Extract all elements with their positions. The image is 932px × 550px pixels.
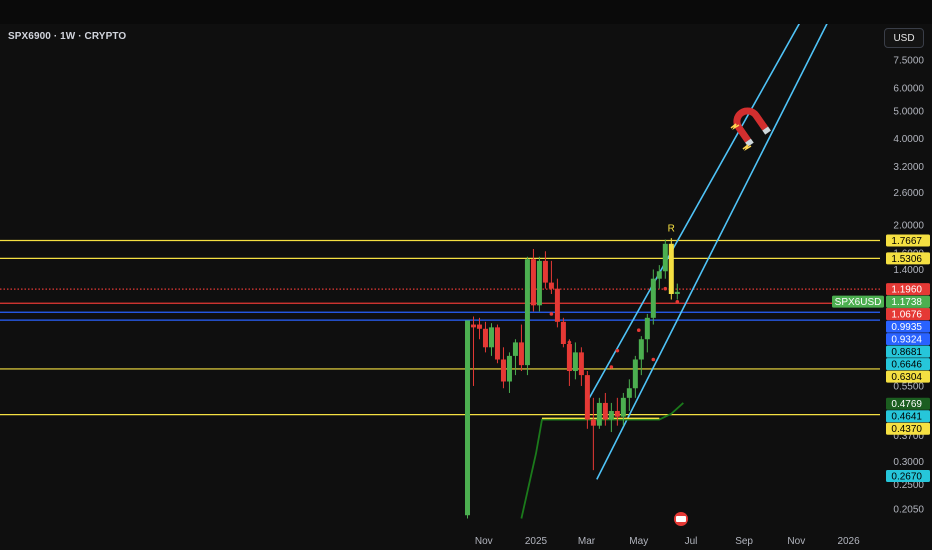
y-axis-tick-label: 4.0000 xyxy=(893,134,924,145)
x-axis-tick-label: 2025 xyxy=(525,536,548,547)
candle-body[interactable] xyxy=(494,327,500,360)
candle-body[interactable] xyxy=(650,278,656,318)
candle-body[interactable] xyxy=(644,317,650,340)
signal-dot xyxy=(675,300,680,304)
candle-body[interactable] xyxy=(614,410,620,417)
channel-upper-line[interactable] xyxy=(585,18,803,404)
price-tag-label: 1.1738 xyxy=(891,297,922,308)
candle-body[interactable] xyxy=(668,243,674,294)
y-axis-tick-label: 2.6000 xyxy=(893,188,924,199)
green-support-curve[interactable] xyxy=(520,402,684,519)
y-axis-tick-label: 0.2050 xyxy=(893,505,924,516)
candle-body[interactable] xyxy=(542,260,548,283)
candle-body[interactable] xyxy=(560,321,566,345)
candle-body[interactable] xyxy=(632,359,638,389)
price-tag-label: 0.8681 xyxy=(891,347,922,358)
x-axis-tick-label: Jul xyxy=(685,536,698,547)
y-axis-tick-label: 5.0000 xyxy=(893,106,924,117)
x-axis-tick-label: Nov xyxy=(475,536,493,547)
candle-body[interactable] xyxy=(530,259,536,306)
candle-body[interactable] xyxy=(596,402,602,426)
price-tag-label: 1.5306 xyxy=(891,254,922,265)
signal-dot xyxy=(567,340,572,345)
price-tag-label: 0.4769 xyxy=(891,399,922,410)
candle-body[interactable] xyxy=(554,288,560,322)
signal-dot xyxy=(651,357,656,362)
x-axis-tick-label: 2026 xyxy=(837,536,860,547)
candle-body[interactable] xyxy=(512,342,518,356)
candle-body[interactable] xyxy=(572,352,578,372)
y-axis-tick-label: 6.0000 xyxy=(893,84,924,95)
signal-dot xyxy=(636,328,641,333)
candle-body[interactable] xyxy=(590,419,596,426)
signal-dot xyxy=(615,348,620,353)
price-tag-label: 0.4641 xyxy=(891,412,922,423)
price-tag-label: 1.0676 xyxy=(891,310,922,321)
price-chart[interactable]: R Nov 2025 Mar May Jul Sep Nov 2026 7.5000 6.0000 5… xyxy=(0,0,932,550)
signal-dot xyxy=(549,312,554,316)
currency-button[interactable]: USD xyxy=(884,28,924,48)
chart-annotation-label: R xyxy=(668,223,675,234)
candle-body[interactable] xyxy=(464,320,470,516)
candle-body[interactable] xyxy=(536,260,542,306)
candle-body[interactable] xyxy=(566,344,572,372)
candle-body[interactable] xyxy=(626,388,632,398)
candle-body[interactable] xyxy=(476,324,482,329)
y-axis-tick-label: 1.4000 xyxy=(893,265,924,276)
price-tag-label: 0.9324 xyxy=(891,335,922,346)
candle-body[interactable] xyxy=(506,355,512,382)
spark-icon xyxy=(742,144,752,151)
y-axis-tick-label: 3.2000 xyxy=(893,162,924,173)
candle-body[interactable] xyxy=(548,282,554,289)
symbol-title: SPX6900 · 1W · CRYPTO xyxy=(8,31,127,42)
candle-body[interactable] xyxy=(518,342,524,366)
candle-body[interactable] xyxy=(524,259,530,366)
x-axis-tick-label: Nov xyxy=(787,536,805,547)
price-tag-label: 1.1960 xyxy=(891,285,922,296)
price-tag-label: 0.2670 xyxy=(891,472,922,483)
price-tag-label: 0.4370 xyxy=(891,424,922,435)
signal-dot xyxy=(609,365,614,369)
price-tag-label: 0.9935 xyxy=(891,322,922,333)
x-axis-tick-label: May xyxy=(629,536,648,547)
candle-body[interactable] xyxy=(602,402,608,420)
x-axis-tick-label: Sep xyxy=(735,536,753,547)
y-axis-tick-label: 7.5000 xyxy=(893,56,924,67)
candle-body[interactable] xyxy=(482,328,488,348)
chart-container[interactable]: R Nov 2025 Mar May Jul Sep Nov 2026 7.5000 6.0000 5… xyxy=(0,0,932,550)
candle-body[interactable] xyxy=(662,243,668,272)
price-tag-label: 1.7667 xyxy=(891,236,922,247)
candle-body[interactable] xyxy=(674,291,680,294)
candle-body[interactable] xyxy=(488,327,494,348)
candle-body[interactable] xyxy=(470,324,476,328)
candle-body[interactable] xyxy=(656,271,662,279)
price-tag-label: 0.6646 xyxy=(891,360,922,371)
candle-body[interactable] xyxy=(620,397,626,417)
candle-body[interactable] xyxy=(578,352,584,376)
symbol-price-label: SPX6USD xyxy=(835,297,882,308)
price-tag-label: 0.6304 xyxy=(891,372,922,383)
events-flag-icon-inner xyxy=(676,516,686,522)
candle-body[interactable] xyxy=(638,339,644,360)
candle-body[interactable] xyxy=(584,375,590,420)
x-axis-tick-label: Mar xyxy=(578,536,596,547)
candle-body[interactable] xyxy=(500,359,506,382)
y-axis-tick-label: 0.3000 xyxy=(893,457,924,468)
channel-lower-line[interactable] xyxy=(596,18,830,480)
signal-dot xyxy=(663,286,668,291)
y-axis-tick-label: 2.0000 xyxy=(893,221,924,232)
candle-body[interactable] xyxy=(608,410,614,420)
